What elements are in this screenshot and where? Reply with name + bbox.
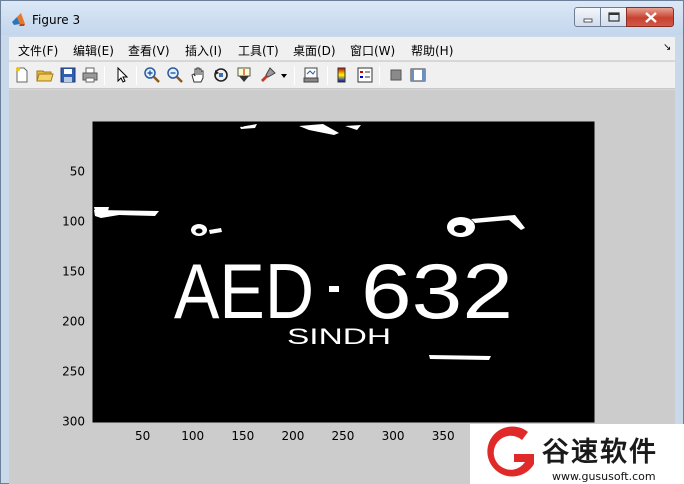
window-title: Figure 3 [32, 13, 81, 27]
watermark-text: 谷速软件 [542, 437, 658, 468]
plate-text-right: 632 [361, 247, 513, 335]
x-tick-label: 150 [231, 429, 254, 443]
insert-colorbar-icon[interactable] [333, 66, 351, 84]
y-tick-label: 300 [62, 415, 85, 429]
menu-desktop[interactable]: 桌面(D) [293, 42, 336, 59]
hide-plot-tools-icon[interactable] [387, 66, 405, 84]
x-tick-label: 300 [382, 429, 405, 443]
figure-window: Figure 3 文件(F) 编辑(E) 查看(V) 插入(I) 工具(T) 桌… [0, 0, 684, 484]
rotate-3d-icon[interactable] [212, 66, 230, 84]
x-tick-label: 350 [432, 429, 455, 443]
menu-bar: 文件(F) 编辑(E) 查看(V) 插入(I) 工具(T) 桌面(D) 窗口(W… [9, 37, 675, 61]
link-plot-icon[interactable] [302, 66, 320, 84]
y-tick-label: 150 [62, 265, 85, 279]
pan-hand-icon[interactable] [189, 66, 207, 84]
new-figure-icon[interactable] [13, 66, 31, 84]
toolbar-separator [104, 66, 105, 85]
insert-legend-icon[interactable] [356, 66, 374, 84]
menu-insert[interactable]: 插入(I) [185, 42, 222, 59]
title-bar[interactable]: Figure 3 [1, 1, 683, 35]
menu-help[interactable]: 帮助(H) [411, 42, 453, 59]
menu-edit[interactable]: 编辑(E) [73, 42, 114, 59]
save-figure-icon[interactable] [59, 66, 77, 84]
figure-toolbar [9, 62, 675, 89]
image-blob [94, 207, 109, 211]
binary-image: AED 632 SINDH [93, 122, 594, 422]
x-tick-label: 100 [181, 429, 204, 443]
close-button[interactable] [626, 7, 674, 27]
menu-file[interactable]: 文件(F) [18, 42, 58, 59]
y-tick-label: 250 [62, 365, 85, 379]
minimize-button[interactable] [574, 7, 601, 27]
y-tick-label: 100 [62, 215, 85, 229]
watermark-url: www.gususoft.com [552, 470, 656, 483]
print-figure-icon[interactable] [81, 66, 99, 84]
matlab-logo-icon [12, 13, 25, 26]
data-cursor-icon[interactable] [235, 66, 253, 84]
open-file-icon[interactable] [36, 66, 54, 84]
brush-dropdown-icon[interactable] [279, 66, 289, 84]
image-blob [454, 225, 466, 233]
menu-view[interactable]: 查看(V) [128, 42, 170, 59]
toolbar-separator [327, 66, 328, 85]
toolbar-separator [136, 66, 137, 85]
menu-dock-arrow-icon[interactable]: ↘ [663, 42, 671, 53]
minimize-icon [583, 18, 593, 23]
plate-text-left: AED [174, 247, 314, 335]
menu-window[interactable]: 窗口(W) [350, 42, 395, 59]
brush-icon[interactable] [259, 66, 277, 84]
menu-tools[interactable]: 工具(T) [238, 42, 279, 59]
image-background [93, 122, 594, 422]
x-tick-label: 200 [281, 429, 304, 443]
maximize-button[interactable] [600, 7, 627, 27]
maximize-icon [608, 12, 620, 22]
zoom-in-icon[interactable] [143, 66, 161, 84]
x-tick-label: 50 [135, 429, 150, 443]
zoom-out-icon[interactable] [166, 66, 184, 84]
y-tick-label: 200 [62, 315, 85, 329]
show-plot-tools-icon[interactable] [409, 66, 427, 84]
watermark: 谷速软件 www.gususoft.com [470, 420, 684, 484]
close-icon [645, 12, 657, 23]
plate-subtext: SINDH [287, 324, 391, 349]
image-blob [195, 228, 203, 234]
toolbar-separator [379, 66, 380, 85]
edit-plot-arrow-icon[interactable] [113, 66, 131, 84]
y-tick-label: 50 [70, 165, 85, 179]
plate-dash [329, 286, 339, 292]
toolbar-separator [294, 66, 295, 85]
x-tick-label: 250 [332, 429, 355, 443]
